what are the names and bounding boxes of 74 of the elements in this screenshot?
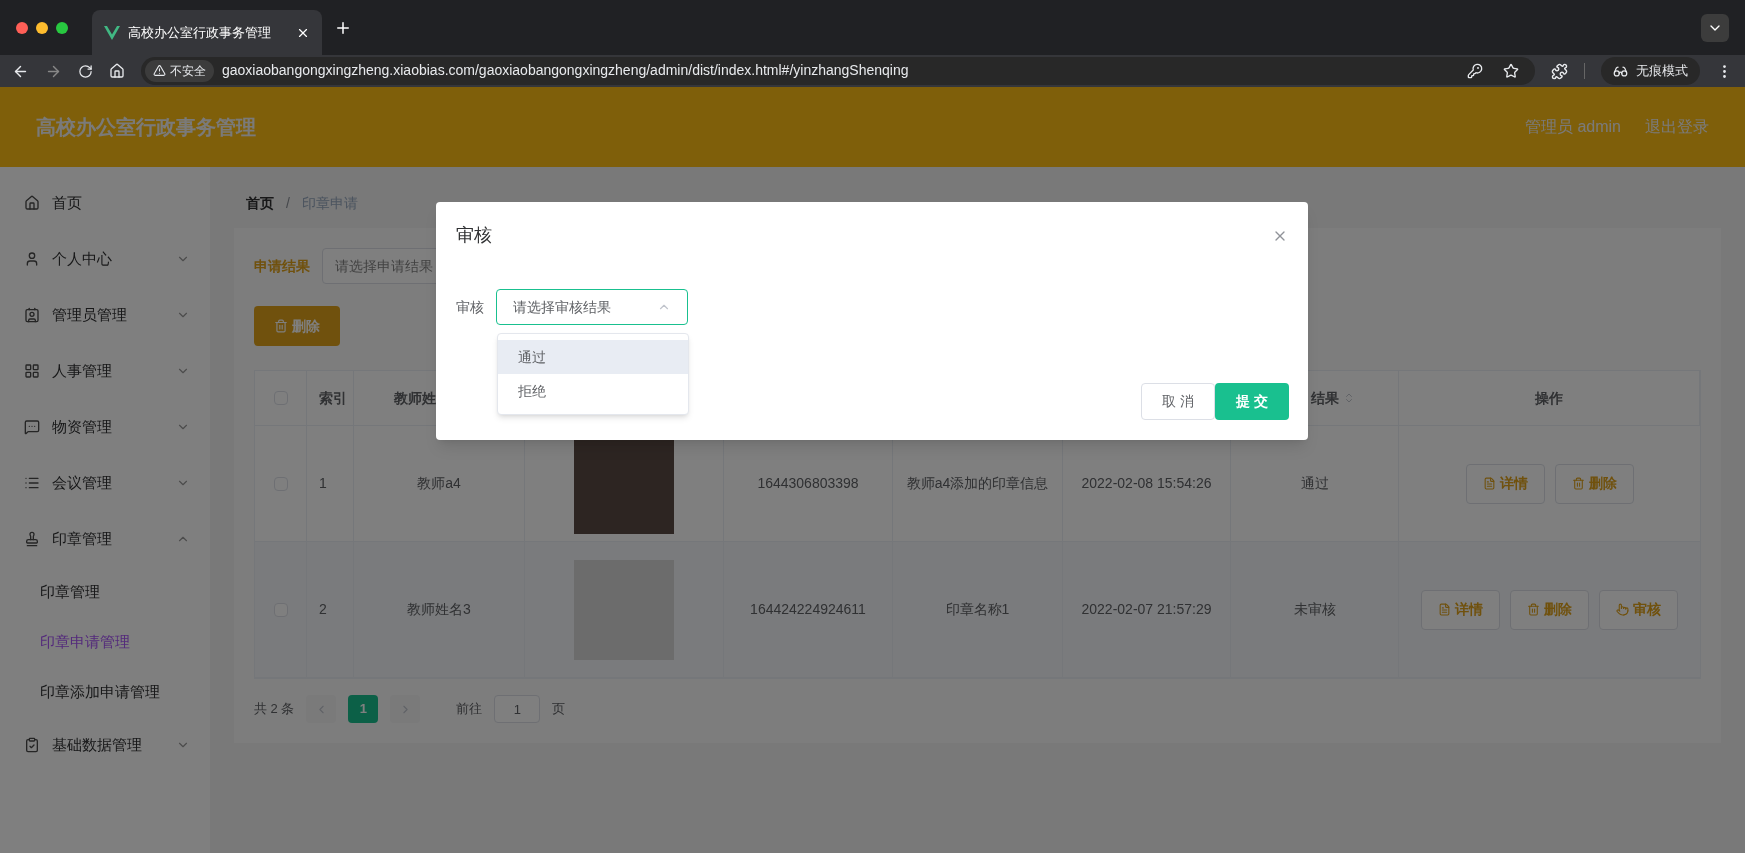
cancel-button[interactable]: 取 消 (1141, 383, 1215, 420)
sidebar-item[interactable]: 人事管理 (0, 343, 210, 399)
submit-button[interactable]: 提 交 (1215, 383, 1289, 420)
tab-list-button[interactable] (1701, 13, 1729, 42)
dropdown-option[interactable]: 通过 (498, 340, 688, 374)
reload-icon[interactable] (78, 63, 93, 79)
document-icon (1438, 603, 1451, 616)
review-select[interactable]: 请选择审核结果 (496, 289, 688, 325)
sidebar-subitem[interactable]: 印章申请管理 (0, 617, 210, 667)
sidebar-item[interactable]: 印章管理 (0, 511, 210, 567)
clipboard-icon (24, 737, 40, 753)
filter-label: 申请结果 (254, 256, 310, 276)
user-label: 管理员 admin (1524, 117, 1621, 137)
column-header: 索引 (319, 388, 347, 408)
table-cell-text: 1 (319, 474, 327, 493)
sidebar-item[interactable]: 个人中心 (0, 231, 210, 287)
close-window-icon[interactable] (16, 21, 28, 34)
table-cell-text: 164424224924611 (750, 600, 866, 619)
table-cell-text: 印章名称1 (945, 600, 1010, 619)
v-logo-icon (104, 25, 120, 40)
id-card-icon (24, 307, 40, 323)
pointer-hand-icon (1616, 603, 1629, 616)
bookmark-star-icon[interactable] (1503, 62, 1519, 79)
table-cell-text: 教师a4 (417, 474, 461, 493)
field-label: 审核 (456, 297, 484, 317)
list-icon (24, 475, 40, 491)
table-cell-text: 2022-02-07 21:57:29 (1081, 600, 1212, 619)
extensions-icon[interactable] (1551, 62, 1568, 80)
document-icon (1482, 477, 1496, 490)
column-header: 结果 (1311, 387, 1355, 409)
table-cell-text: 1644306803398 (757, 474, 859, 493)
tab-title: 高校办公室行政事务管理 (128, 23, 272, 42)
address-bar[interactable]: 不安全 gaoxiaobangongxingzheng.xiaobias.com/gaoxiaobangongxingzheng/admin/dist/index.html#/yinzhangShenqing (141, 56, 1535, 85)
column-header: 操作 (1535, 388, 1563, 408)
dropdown-option[interactable]: 拒绝 (498, 374, 688, 408)
user-icon (24, 251, 40, 267)
browser-tab[interactable]: 高校办公室行政事务管理 (92, 10, 322, 55)
sidebar-item[interactable]: 会议管理 (0, 455, 210, 511)
sidebar-item[interactable]: 基础数据管理 (0, 717, 210, 773)
minimize-window-icon[interactable] (36, 21, 48, 34)
column-header: 教师姓 (394, 388, 436, 408)
dialog-title: 审核 (456, 224, 492, 247)
grid-icon (24, 363, 40, 379)
app-title: 高校办公室行政事务管理 (36, 115, 257, 140)
house-icon (24, 195, 40, 211)
page-input[interactable]: 1 (494, 695, 541, 723)
table-cell-text: 未审核 (1293, 600, 1336, 619)
goto-label: 前往 (456, 700, 483, 719)
table-cell-text: 2 (319, 600, 327, 619)
incognito-chip[interactable]: 无痕模式 (1601, 57, 1700, 85)
key-icon[interactable] (1467, 62, 1483, 79)
trash-icon (1527, 603, 1540, 616)
maximize-window-icon[interactable] (56, 21, 68, 34)
table-cell-text: 2022-02-08 15:54:26 (1081, 474, 1212, 493)
page-suffix: 页 (552, 700, 566, 719)
table-cell-text: 通过 (1300, 474, 1329, 493)
trash-icon (1571, 477, 1585, 490)
chat-bubble-icon (24, 419, 40, 435)
breadcrumb-separator: / (286, 194, 290, 213)
trash-icon (274, 319, 288, 333)
breadcrumb-item[interactable]: 首页 (246, 193, 274, 214)
home-icon[interactable] (109, 63, 125, 79)
sidebar-subitem[interactable]: 印章管理 (0, 567, 210, 617)
total-count: 共 2 条 (254, 700, 295, 719)
sidebar-item[interactable]: 物资管理 (0, 399, 210, 455)
table-cell-text: 教师姓名3 (407, 600, 471, 619)
table-cell-text: 教师a4添加的印章信息 (906, 474, 1049, 493)
sidebar-subitem[interactable]: 印章添加申请管理 (0, 667, 210, 717)
sidebar-item[interactable]: 管理员管理 (0, 287, 210, 343)
security-chip[interactable]: 不安全 (145, 59, 214, 82)
warning-icon (153, 64, 166, 77)
sidebar-item[interactable]: 首页 (0, 175, 210, 231)
stamp-icon (24, 531, 40, 547)
url-text: gaoxiaobangongxingzheng.xiaobias.com/gaoxiaobangongxingzheng/admin/dist/index.html#/yinzhangShenqing (222, 61, 910, 80)
